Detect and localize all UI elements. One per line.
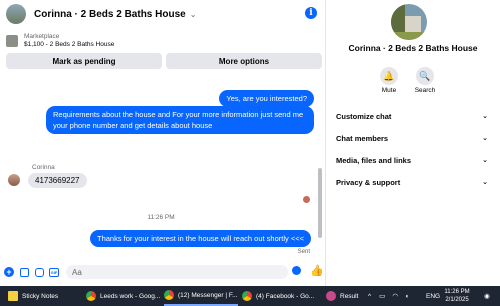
image-icon[interactable] bbox=[19, 267, 29, 277]
panel-title: Corinna · 2 Beds 2 Baths House bbox=[348, 43, 478, 53]
search-button[interactable]: 🔍 Search bbox=[414, 67, 436, 94]
message-timestamp: 11:26 PM bbox=[147, 214, 175, 221]
wifi-icon[interactable]: ◠ bbox=[392, 292, 398, 300]
thread-scrollbar[interactable] bbox=[318, 168, 322, 238]
search-icon[interactable]: 🔍 bbox=[416, 67, 434, 85]
taskbar-chrome-facebook[interactable]: (4) Facebook - Go... bbox=[242, 286, 314, 306]
chevron-up-icon[interactable]: ^ bbox=[368, 293, 371, 300]
listing-summary[interactable]: Marketplace $1,100 - 2 Beds 2 Baths Hous… bbox=[0, 30, 326, 52]
system-tray-icons[interactable]: ^ ▭ ◠ ◖ bbox=[368, 286, 409, 306]
message-out-bubble[interactable]: Yes, are you interested? bbox=[219, 90, 314, 107]
mark-as-pending-button[interactable]: Mark as pending bbox=[6, 53, 162, 69]
mute-button[interactable]: 🔔 Mute bbox=[378, 67, 400, 94]
section-media-files-links[interactable]: Media, files and links ⌄ bbox=[336, 153, 488, 167]
chrome-icon bbox=[164, 290, 174, 300]
message-status: Sent bbox=[297, 249, 310, 255]
sender-name: Corinna bbox=[32, 164, 55, 171]
message-thread[interactable]: Yes, are you interested? Requirements ab… bbox=[0, 76, 320, 260]
clock[interactable]: 11:26 PM 2/1/2025 bbox=[440, 288, 474, 304]
network-icon[interactable]: ▭ bbox=[379, 292, 385, 300]
chat-avatar[interactable] bbox=[6, 4, 26, 24]
search-label: Search bbox=[414, 87, 436, 94]
chat-pane: Corinna · 2 Beds 2 Baths House ⌄ i Marke… bbox=[0, 0, 326, 286]
thumbs-up-icon[interactable]: 👍 bbox=[310, 264, 324, 277]
chat-header[interactable]: Corinna · 2 Beds 2 Baths House ⌄ bbox=[0, 0, 326, 28]
section-chat-members[interactable]: Chat members ⌄ bbox=[336, 131, 488, 145]
chevron-down-icon: ⌄ bbox=[482, 113, 488, 120]
message-out-bubble[interactable]: Thanks for your interest in the house wi… bbox=[90, 230, 311, 247]
mute-label: Mute bbox=[381, 87, 397, 94]
chat-info-panel: Corinna · 2 Beds 2 Baths House 🔔 Mute 🔍 … bbox=[326, 0, 500, 286]
message-in-bubble[interactable]: 4173669227 bbox=[28, 173, 87, 188]
listing-price-title: $1,100 - 2 Beds 2 Baths House bbox=[24, 41, 115, 48]
taskbar-chrome-leeds[interactable]: Leeds work - Goog... bbox=[86, 286, 160, 306]
sender-avatar[interactable] bbox=[8, 174, 20, 186]
listing-label: Marketplace bbox=[24, 33, 60, 40]
chevron-down-icon: ⌄ bbox=[482, 135, 488, 142]
taskbar-chrome-messenger[interactable]: (12) Messenger | F... bbox=[164, 286, 238, 306]
chrome-icon bbox=[242, 291, 252, 301]
chrome-icon bbox=[86, 291, 96, 301]
listing-thumbnail bbox=[6, 35, 18, 47]
message-input[interactable] bbox=[66, 265, 288, 279]
messenger-window: Corinna · 2 Beds 2 Baths House ⌄ i Marke… bbox=[0, 0, 500, 286]
info-icon[interactable]: i bbox=[305, 7, 317, 19]
chevron-down-icon[interactable]: ⌄ bbox=[190, 10, 197, 19]
section-privacy-support[interactable]: Privacy & support ⌄ bbox=[336, 175, 488, 189]
seen-avatar bbox=[303, 196, 310, 203]
sticky-notes-icon bbox=[8, 291, 18, 301]
message-out-bubble[interactable]: Requirements about the house and For you… bbox=[46, 106, 314, 134]
listing-actions: Mark as pending More options bbox=[6, 53, 322, 69]
plus-icon[interactable]: + bbox=[4, 267, 14, 277]
emoji-icon[interactable] bbox=[292, 266, 301, 275]
section-customize-chat[interactable]: Customize chat ⌄ bbox=[336, 109, 488, 123]
taskbar: Sticky Notes Leeds work - Goog... (12) M… bbox=[0, 286, 500, 306]
weather-widget[interactable]: Result bbox=[326, 286, 358, 306]
chat-title[interactable]: Corinna · 2 Beds 2 Baths House bbox=[34, 9, 186, 20]
gif-icon[interactable]: GIF bbox=[49, 267, 59, 277]
contact-avatar[interactable] bbox=[391, 4, 427, 40]
more-options-button[interactable]: More options bbox=[166, 53, 322, 69]
language-indicator[interactable]: ENG bbox=[426, 286, 440, 306]
composer: + GIF 👍 bbox=[0, 262, 326, 282]
volume-icon[interactable]: ◖ bbox=[405, 293, 409, 300]
chevron-down-icon: ⌄ bbox=[482, 179, 488, 186]
sticker-icon[interactable] bbox=[34, 267, 44, 277]
chevron-down-icon: ⌄ bbox=[482, 157, 488, 164]
bell-icon[interactable]: 🔔 bbox=[380, 67, 398, 85]
weather-icon bbox=[326, 291, 336, 301]
taskbar-sticky-notes[interactable]: Sticky Notes bbox=[8, 286, 58, 306]
notifications-icon[interactable]: ◉ bbox=[484, 286, 490, 306]
